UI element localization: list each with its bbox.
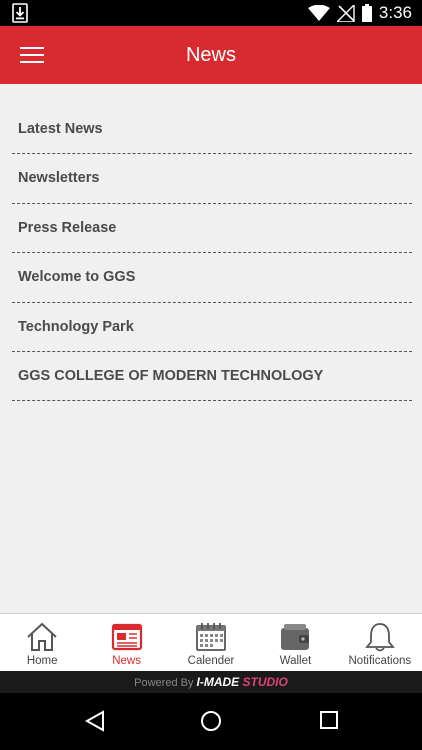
nav-label: Wallet [279,655,312,667]
clock: 3:36 [378,3,412,22]
bell-icon [364,623,395,652]
nav-label: Calender [187,655,235,667]
powered-by-footer: Powered By I-MADE STUDIO [0,671,422,693]
list-item-label: Latest News [18,121,103,137]
nav-notifications[interactable]: Notifications [338,614,422,671]
list-item-label: Press Release [18,219,117,236]
home-icon [27,622,57,651]
brand-accent: STUDIO [242,675,288,689]
no-signal-icon [336,4,355,22]
home-circle-icon[interactable] [200,710,222,732]
wallet-icon [281,624,310,650]
list-item-label: Technology Park [18,318,134,335]
list-item-newsletters[interactable]: Newsletters [12,154,412,204]
brand-name: I-MADE [196,675,243,689]
nav-label: News [112,655,141,667]
list-item-press-release[interactable]: Press Release [12,204,412,254]
nav-wallet[interactable]: Wallet [253,614,337,671]
powered-by-text: Powered By [134,677,197,689]
back-icon[interactable] [84,710,106,732]
nav-label: Notifications [348,655,412,667]
list-item-label: Newsletters [18,170,100,187]
list-item-label: GGS COLLEGE OF MODERN TECHNOLOGY [18,367,324,384]
nav-news[interactable]: News [84,614,168,671]
newspaper-icon [111,623,142,651]
list-item-welcome-to-ggs[interactable]: Welcome to GGS [12,253,412,303]
list-item-technology-park[interactable]: Technology Park [12,303,412,352]
status-bar: 3:36 [0,0,422,26]
nav-home[interactable]: Home [0,614,84,671]
news-category-list: Latest News Newsletters Press Release We… [12,105,412,402]
list-item-latest-news[interactable]: Latest News [12,105,412,155]
nav-label: Home [26,655,58,667]
nav-calender[interactable]: Calender [169,614,253,671]
list-item-ggs-college[interactable]: GGS COLLEGE OF MODERN TECHNOLOGY [12,352,412,402]
app-bar: News [0,26,422,84]
calendar-icon [196,623,226,651]
recents-icon[interactable] [319,710,339,730]
system-nav-bar [0,693,422,750]
list-item-label: Welcome to GGS [18,269,136,286]
bottom-nav: Home News Calender Wallet Notifications [0,613,422,671]
download-notification-icon [12,3,28,23]
wifi-icon [307,5,330,21]
page-title: News [185,44,236,66]
battery-icon [361,4,372,22]
